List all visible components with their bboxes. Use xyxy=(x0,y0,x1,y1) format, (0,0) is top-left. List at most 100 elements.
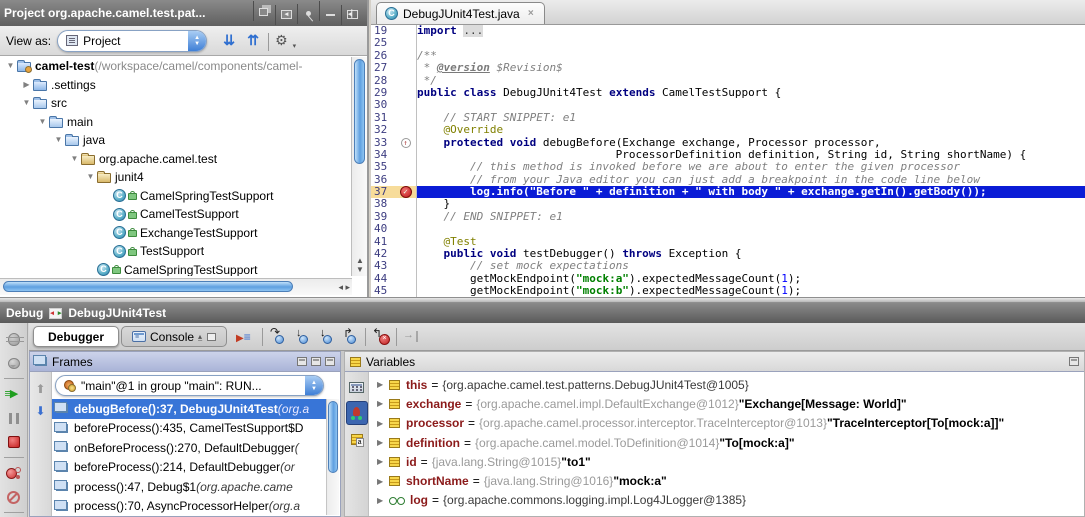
expand-arrow-icon[interactable]: ▶ xyxy=(377,380,389,389)
variable-row[interactable]: ▶id={java.lang.String@1015}"to1" xyxy=(369,452,1084,471)
dock-right-icon[interactable] xyxy=(325,357,335,366)
debug-button-pause[interactable] xyxy=(2,406,26,430)
debug-button-view-breakpoints[interactable] xyxy=(2,461,26,485)
tree-item[interactable]: ▼camel-test (/workspace/camel/components… xyxy=(0,57,352,76)
project-vertical-scrollbar[interactable]: ▲▼ xyxy=(351,57,367,276)
expand-arrow-icon[interactable]: ▶ xyxy=(377,399,389,408)
step-into-button[interactable] xyxy=(290,326,314,348)
tree-down-arrow-icon[interactable]: ▼ xyxy=(4,57,17,76)
project-horizontal-scrollbar[interactable]: ◂ ▸ xyxy=(0,278,352,295)
tree-item[interactable]: ▼main xyxy=(0,113,352,132)
scrollbar-thumb[interactable] xyxy=(354,59,365,164)
calc-button[interactable] xyxy=(346,375,368,399)
mini-float-icon[interactable] xyxy=(207,333,216,341)
expand-arrow-icon[interactable]: ▶ xyxy=(377,457,389,466)
window-button-pin[interactable] xyxy=(297,4,319,24)
debug-button-balloon[interactable] xyxy=(2,351,26,375)
tree-item[interactable]: CamelSpringTestSupport xyxy=(0,187,352,206)
window-button-float-win[interactable] xyxy=(253,1,275,21)
next-frame-button[interactable] xyxy=(29,400,53,422)
float-icon[interactable] xyxy=(311,357,321,366)
debug-button-stop[interactable] xyxy=(2,430,26,454)
variable-row[interactable]: ▶definition={org.apache.camel.model.ToDe… xyxy=(369,433,1084,452)
window-button-hide-left[interactable] xyxy=(341,5,363,25)
sort-alpha-button[interactable] xyxy=(346,427,368,451)
duke-button[interactable] xyxy=(346,401,368,425)
project-toolbar-button-collapse-all[interactable] xyxy=(241,30,265,52)
tree-down-arrow-icon[interactable]: ▼ xyxy=(68,150,81,169)
window-button-minimize[interactable] xyxy=(319,1,341,21)
stack-frame-row[interactable]: onBeforeProcess():270, DefaultDebugger ( xyxy=(52,438,326,458)
expand-arrow-icon[interactable]: ▶ xyxy=(377,477,389,486)
tree-item[interactable]: ExchangeTestSupport xyxy=(0,224,352,243)
editor-tab[interactable]: DebugJUnit4Test.java xyxy=(376,2,545,24)
variable-row[interactable]: ▶exchange={org.apache.camel.impl.Default… xyxy=(369,394,1084,413)
code-line[interactable]: 45 getMockEndpoint("mock:b").expectedMes… xyxy=(371,285,1085,297)
scrollbar-thumb[interactable] xyxy=(328,401,338,473)
combo-stepper-icon[interactable] xyxy=(188,31,206,51)
run-to-cursor-button[interactable] xyxy=(400,326,424,348)
tab-console[interactable]: Console xyxy=(121,326,227,347)
thread-combobox[interactable]: "main"@1 in group "main": RUN... xyxy=(55,375,324,396)
variable-name: this xyxy=(406,378,427,392)
tree-down-arrow-icon[interactable]: ▼ xyxy=(52,131,65,150)
tree-item[interactable]: ▶.settings xyxy=(0,76,352,95)
frames-scrollbar[interactable] xyxy=(326,399,339,515)
breakpoint-icon[interactable] xyxy=(400,186,412,198)
restore-icon[interactable] xyxy=(1069,357,1079,366)
view-as-combobox[interactable]: Project xyxy=(57,30,207,52)
variable-row[interactable]: ▶processor={org.apache.camel.processor.i… xyxy=(369,414,1084,433)
previous-frame-button[interactable] xyxy=(29,378,53,400)
debug-button-resume[interactable] xyxy=(2,382,26,406)
combo-stepper-icon[interactable] xyxy=(305,376,323,395)
code-area[interactable]: 19import ...2526/**27 * @version $Revisi… xyxy=(371,25,1085,297)
tree-down-arrow-icon[interactable]: ▼ xyxy=(84,168,97,187)
debug-button-mute-breakpoints[interactable] xyxy=(2,485,26,509)
tree-right-arrow-icon[interactable]: ▶ xyxy=(20,76,33,95)
code-line[interactable]: 25 xyxy=(371,37,1085,49)
variable-row[interactable]: ▶log={org.apache.commons.logging.impl.Lo… xyxy=(369,491,1084,510)
show-execution-point-button[interactable] xyxy=(235,326,259,348)
force-step-into-button[interactable] xyxy=(314,326,338,348)
stack-frame-row[interactable]: debugBefore():37, DebugJUnit4Test (org.a xyxy=(52,399,326,419)
tree-down-arrow-icon[interactable]: ▼ xyxy=(20,94,33,113)
tree-item[interactable]: ▼java xyxy=(0,131,352,150)
tree-item[interactable]: ▼org.apache.camel.test xyxy=(0,150,352,169)
tree-item[interactable]: ▼junit4 xyxy=(0,168,352,187)
code-line[interactable]: 19import ... xyxy=(371,25,1085,37)
tree-item[interactable]: CamelSpringTestSupport xyxy=(0,261,352,277)
scrollbar-buttons[interactable]: ▲▼ xyxy=(353,256,367,274)
restore-icon[interactable] xyxy=(297,357,307,366)
variable-row[interactable]: ▶this={org.apache.camel.test.patterns.De… xyxy=(369,375,1084,394)
close-icon[interactable] xyxy=(526,8,536,19)
scrollbar-buttons[interactable]: ◂ ▸ xyxy=(338,282,350,293)
debug-button-rerun[interactable] xyxy=(2,327,26,351)
expand-arrow-icon[interactable]: ▶ xyxy=(377,419,389,428)
mini-up-icon[interactable] xyxy=(198,332,207,341)
code-line[interactable]: 29public class DebugJUnit4Test extends C… xyxy=(371,87,1085,99)
stack-frame-row[interactable]: process():70, AsyncProcessorHelper (org.… xyxy=(52,497,326,517)
expand-arrow-icon[interactable]: ▶ xyxy=(377,438,389,447)
code-line[interactable]: 27 * @version $Revision$ xyxy=(371,62,1085,74)
project-toolbar-button-expand-all[interactable] xyxy=(217,30,241,52)
tab-debugger[interactable]: Debugger xyxy=(33,326,119,347)
execution-line[interactable]: 37 log.info("Before " + definition + " w… xyxy=(371,186,1085,198)
step-out-button[interactable] xyxy=(338,326,362,348)
variable-row[interactable]: ▶shortName={java.lang.String@1016}"mock:… xyxy=(369,471,1084,490)
window-button-dock-win[interactable] xyxy=(275,5,297,25)
code-line[interactable]: 40 xyxy=(371,223,1085,235)
expand-arrow-icon[interactable]: ▶ xyxy=(377,496,389,505)
pop-frame-button[interactable] xyxy=(369,326,393,348)
step-over-button[interactable] xyxy=(266,326,290,348)
tree-item[interactable]: ▼src xyxy=(0,94,352,113)
code-line[interactable]: 39 // END SNIPPET: e1 xyxy=(371,211,1085,223)
scrollbar-thumb[interactable] xyxy=(3,281,293,292)
stack-frame-row[interactable]: process():47, Debug$1 (org.apache.came xyxy=(52,477,326,497)
stack-frame-row[interactable]: beforeProcess():214, DefaultDebugger (or xyxy=(52,458,326,478)
tree-down-arrow-icon[interactable]: ▼ xyxy=(36,113,49,132)
project-toolbar-button-settings[interactable] xyxy=(272,30,296,52)
code-token: // END SNIPPET: e1 xyxy=(417,210,563,223)
tree-item[interactable]: CamelTestSupport xyxy=(0,205,352,224)
stack-frame-row[interactable]: beforeProcess():435, CamelTestSupport$D xyxy=(52,419,326,439)
tree-item[interactable]: TestSupport xyxy=(0,242,352,261)
